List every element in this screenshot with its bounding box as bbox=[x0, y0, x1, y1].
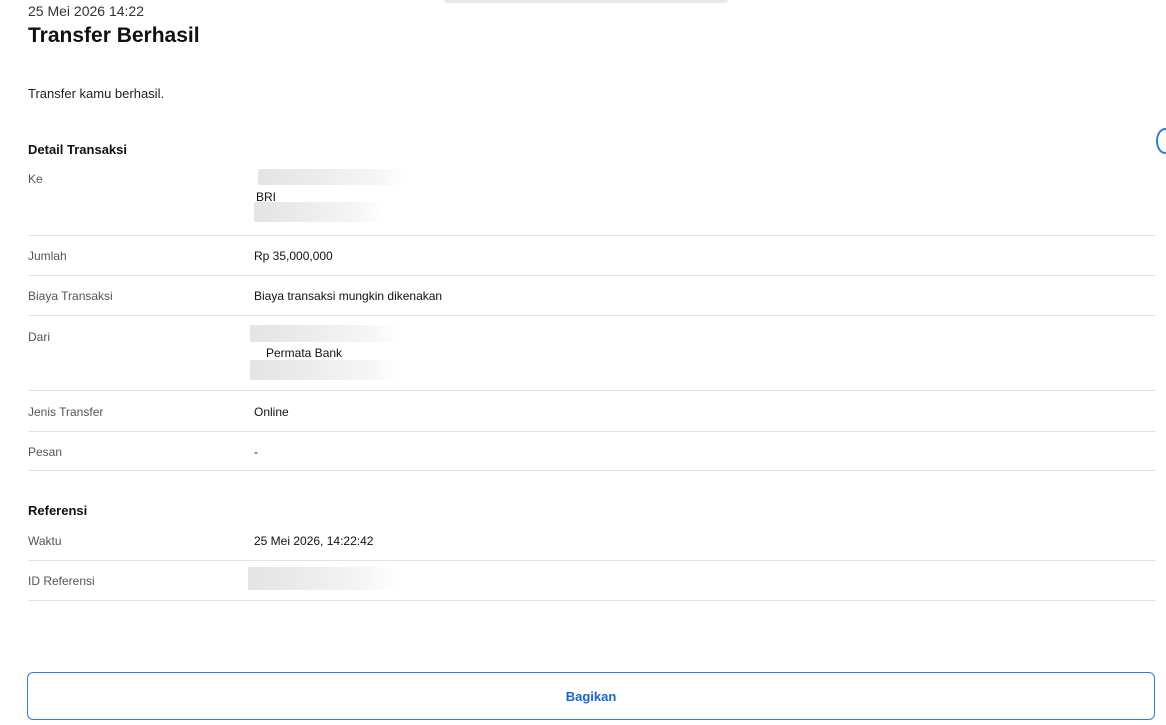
transfer-receipt-page: 25 Mei 2026 14:22 Transfer Berhasil Tran… bbox=[0, 0, 1166, 725]
redacted-sender-account bbox=[250, 360, 400, 380]
time-value: 25 Mei 2026, 14:22:42 bbox=[254, 534, 374, 548]
top-bar-stub bbox=[444, 0, 728, 3]
row-amount: Jumlah Rp 35,000,000 bbox=[28, 236, 1156, 276]
row-label-time: Waktu bbox=[28, 534, 62, 548]
redacted-reference-id bbox=[248, 567, 398, 590]
row-message: Pesan - bbox=[28, 432, 1156, 471]
row-reference-id: ID Referensi bbox=[28, 561, 1156, 601]
row-recipient: Ke BRI bbox=[28, 164, 1156, 236]
transfer-type-value: Online bbox=[254, 405, 289, 419]
row-fee: Biaya Transaksi Biaya transaksi mungkin … bbox=[28, 276, 1156, 316]
row-label-transfer-type: Jenis Transfer bbox=[28, 405, 104, 419]
row-label-recipient: Ke bbox=[28, 172, 43, 186]
row-label-fee: Biaya Transaksi bbox=[28, 289, 113, 303]
section-title-reference: Referensi bbox=[28, 503, 88, 518]
success-message: Transfer kamu berhasil. bbox=[28, 86, 165, 101]
share-button[interactable]: Bagikan bbox=[27, 672, 1155, 720]
redacted-sender-name bbox=[250, 325, 400, 342]
sender-bank: Permata Bank bbox=[266, 346, 343, 360]
redacted-recipient-account bbox=[254, 202, 384, 222]
page-title: Transfer Berhasil bbox=[28, 24, 200, 47]
row-sender: Dari Permata Bank bbox=[28, 316, 1156, 391]
row-label-reference-id: ID Referensi bbox=[28, 574, 95, 588]
row-time: Waktu 25 Mei 2026, 14:22:42 bbox=[28, 520, 1156, 561]
row-label-amount: Jumlah bbox=[28, 249, 67, 263]
message-value: - bbox=[254, 445, 258, 459]
row-transfer-type: Jenis Transfer Online bbox=[28, 391, 1156, 432]
row-label-sender: Dari bbox=[28, 330, 51, 344]
transaction-datetime: 25 Mei 2026 14:22 bbox=[28, 3, 144, 19]
section-title-detail: Detail Transaksi bbox=[28, 142, 127, 157]
fee-value: Biaya transaksi mungkin dikenakan bbox=[254, 289, 443, 303]
redacted-recipient-name bbox=[258, 169, 408, 185]
amount-value: Rp 35,000,000 bbox=[254, 249, 333, 263]
row-label-message: Pesan bbox=[28, 445, 63, 459]
side-scroll-indicator[interactable] bbox=[1156, 128, 1166, 154]
